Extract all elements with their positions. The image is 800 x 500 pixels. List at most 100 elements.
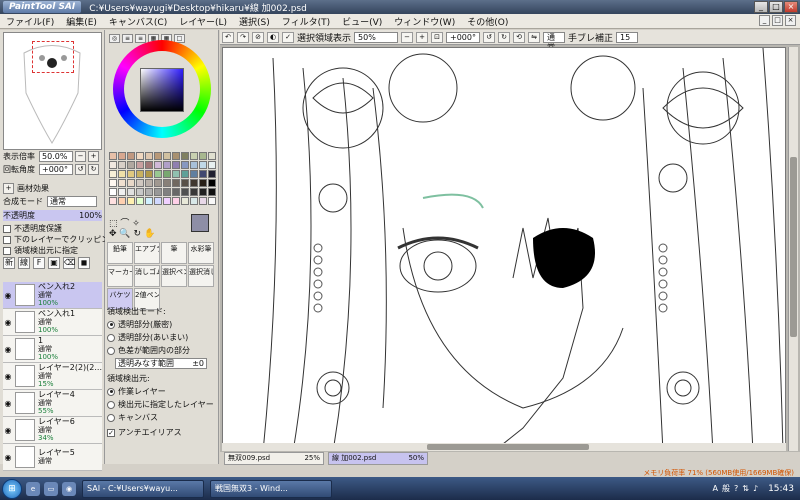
redo-icon[interactable]: ↷ bbox=[237, 31, 249, 43]
color-swatch[interactable] bbox=[163, 170, 171, 178]
color-swatch[interactable] bbox=[181, 197, 189, 205]
visibility-eye-icon[interactable]: ◉ bbox=[3, 399, 13, 408]
color-swatch[interactable] bbox=[199, 161, 207, 169]
layer-row[interactable]: ◉ ペン入れ1 通常 100% bbox=[3, 309, 102, 336]
zoom-out-icon[interactable]: − bbox=[75, 151, 86, 162]
color-swatch[interactable] bbox=[208, 152, 216, 160]
color-swatch[interactable] bbox=[127, 161, 135, 169]
color-swatch[interactable] bbox=[109, 188, 117, 196]
tolerance-slider[interactable]: 透明みなす範囲 ±0 bbox=[115, 358, 207, 369]
visibility-eye-icon[interactable]: ◉ bbox=[3, 372, 13, 381]
color-swatch[interactable] bbox=[145, 170, 153, 178]
menu-view[interactable]: ビュー(V) bbox=[336, 15, 388, 28]
color-swatch[interactable] bbox=[163, 179, 171, 187]
mode-option-2[interactable]: 色差が範囲内の部分 bbox=[107, 345, 217, 356]
navigator-preview[interactable] bbox=[3, 32, 102, 150]
canvas-rotate-field[interactable]: +000° bbox=[446, 31, 481, 43]
doc-tab-1[interactable]: 線 加002.psd 50% bbox=[328, 452, 428, 465]
zoom-in-icon-2[interactable]: + bbox=[416, 31, 429, 43]
color-swatch[interactable] bbox=[109, 170, 117, 178]
menu-filter[interactable]: フィルタ(T) bbox=[276, 15, 336, 28]
visibility-eye-icon[interactable]: ◉ bbox=[3, 291, 13, 300]
rotate-right-icon-2[interactable]: ↻ bbox=[498, 31, 511, 43]
source-radio-2[interactable] bbox=[107, 413, 115, 422]
visibility-eye-icon[interactable]: ◉ bbox=[3, 318, 13, 327]
color-swatch[interactable] bbox=[118, 152, 126, 160]
menu-edit[interactable]: 編集(E) bbox=[60, 15, 103, 28]
menu-layer[interactable]: レイヤー(L) bbox=[173, 15, 233, 28]
zoom-icon[interactable]: 🔍 bbox=[119, 229, 130, 239]
color-swatch[interactable] bbox=[154, 161, 162, 169]
color-swatch[interactable] bbox=[163, 161, 171, 169]
antialias-option[interactable]: ✓ アンチエイリアス bbox=[107, 427, 217, 438]
color-swatch[interactable] bbox=[145, 161, 153, 169]
menu-select[interactable]: 選択(S) bbox=[233, 15, 276, 28]
color-swatch[interactable] bbox=[172, 161, 180, 169]
ime-mode-icon[interactable]: A bbox=[713, 484, 718, 493]
taskbar-game-task[interactable]: 戦国無双3 - Wind... bbox=[210, 479, 332, 498]
zoom-reset-icon[interactable]: ⊡ bbox=[431, 31, 444, 43]
detect-source-checkbox[interactable] bbox=[3, 246, 11, 255]
color-swatch[interactable] bbox=[127, 179, 135, 187]
doc-tab-0[interactable]: 無双009.psd 25% bbox=[224, 452, 324, 465]
source-option-2[interactable]: キャンバス bbox=[107, 412, 217, 423]
color-swatch[interactable] bbox=[145, 197, 153, 205]
mode-select[interactable]: 通常 bbox=[543, 31, 566, 52]
layer-row[interactable]: ◉ 1 通常 100% bbox=[3, 336, 102, 363]
doc-restore-button[interactable]: □ bbox=[772, 15, 783, 26]
invert-selection-icon[interactable]: ◐ bbox=[267, 31, 279, 43]
brush-tool[interactable]: 消しゴム bbox=[134, 265, 160, 287]
color-swatch[interactable] bbox=[208, 188, 216, 196]
layer-row[interactable]: ◉ レイヤー5 通常 bbox=[3, 444, 102, 471]
color-swatch[interactable] bbox=[145, 188, 153, 196]
menu-window[interactable]: ウィンドウ(W) bbox=[388, 15, 461, 28]
volume-icon[interactable]: ♪ bbox=[753, 484, 758, 493]
minimize-button[interactable]: _ bbox=[754, 1, 768, 13]
doc-close-button[interactable]: × bbox=[785, 15, 796, 26]
rotate-icon[interactable]: ↻ bbox=[134, 229, 142, 239]
brush-tool[interactable]: 選択消し bbox=[188, 265, 214, 287]
quicklaunch-browser-icon[interactable]: ◉ bbox=[62, 481, 76, 496]
start-button[interactable]: ⊞ bbox=[2, 478, 22, 499]
color-swatch[interactable] bbox=[190, 161, 198, 169]
undo-icon[interactable]: ↶ bbox=[222, 31, 234, 43]
saturation-value-square[interactable] bbox=[140, 68, 184, 112]
drawing-canvas[interactable] bbox=[222, 47, 786, 451]
new-linework-layer-icon[interactable]: 線 bbox=[18, 257, 30, 269]
color-swatch[interactable] bbox=[181, 161, 189, 169]
visibility-eye-icon[interactable]: ◉ bbox=[3, 426, 13, 435]
deselect-icon[interactable]: ⊘ bbox=[252, 31, 264, 43]
color-swatch[interactable] bbox=[190, 179, 198, 187]
color-swatch[interactable] bbox=[199, 188, 207, 196]
color-swatch[interactable] bbox=[208, 161, 216, 169]
source-option-1[interactable]: 検出元に指定したレイヤー bbox=[107, 399, 217, 410]
color-swatch[interactable] bbox=[118, 170, 126, 178]
color-swatch[interactable] bbox=[127, 197, 135, 205]
color-swatch[interactable] bbox=[181, 152, 189, 160]
color-swatch[interactable] bbox=[172, 152, 180, 160]
blend-mode-select[interactable]: 通常 bbox=[47, 196, 97, 207]
color-swatch[interactable] bbox=[136, 197, 144, 205]
mode-option-1[interactable]: 透明部分(あいまい) bbox=[107, 332, 217, 343]
hsv-slider-tab-icon[interactable]: ≡ bbox=[135, 34, 146, 43]
help-icon[interactable]: ? bbox=[734, 484, 738, 493]
color-swatch[interactable] bbox=[154, 152, 162, 160]
clipping-option[interactable]: 下のレイヤーでクリッピング bbox=[3, 234, 117, 245]
zoom-in-icon[interactable]: + bbox=[88, 151, 99, 162]
color-swatch[interactable] bbox=[136, 152, 144, 160]
lasso-icon[interactable]: ⌒ bbox=[120, 219, 129, 229]
preserve-opacity-checkbox[interactable] bbox=[3, 224, 11, 233]
color-swatch[interactable] bbox=[181, 179, 189, 187]
clipping-checkbox[interactable] bbox=[3, 235, 11, 244]
navigator-view-frame[interactable] bbox=[32, 41, 74, 73]
move-icon[interactable]: ✥ bbox=[109, 229, 117, 239]
color-swatch[interactable] bbox=[109, 197, 117, 205]
rotate-reset-icon[interactable]: ⟲ bbox=[513, 31, 526, 43]
rect-select-icon[interactable]: ⬚ bbox=[109, 219, 118, 229]
color-swatch[interactable] bbox=[208, 197, 216, 205]
color-swatch[interactable] bbox=[163, 188, 171, 196]
color-swatch[interactable] bbox=[172, 188, 180, 196]
zoom-field[interactable]: 50.0% bbox=[39, 151, 73, 162]
color-swatch[interactable] bbox=[127, 152, 135, 160]
color-swatch[interactable] bbox=[154, 179, 162, 187]
